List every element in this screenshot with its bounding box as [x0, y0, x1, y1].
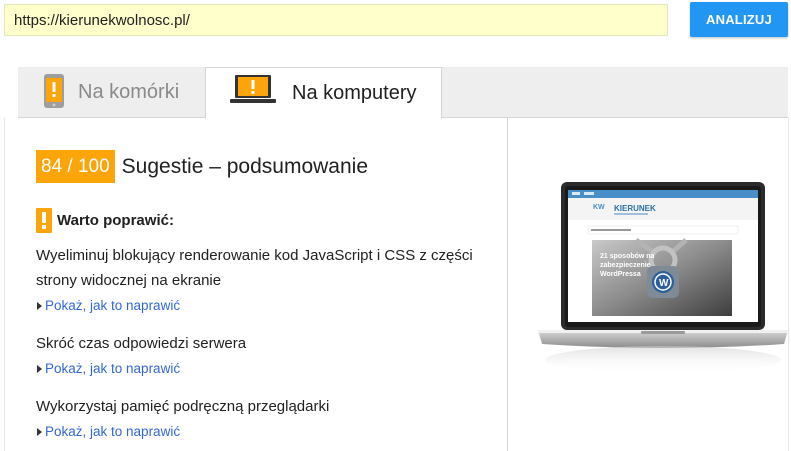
- rule-text: Wykorzystaj pamięć podręczną przeglądark…: [36, 398, 330, 415]
- device-tabs: Na komórki Na komputery: [18, 67, 788, 119]
- score-badge: 84 / 100: [36, 150, 115, 183]
- rule-item: Skróć czas odpowiedzi serwera Pokaż, jak…: [36, 331, 504, 376]
- expand-arrow-icon: [37, 364, 42, 373]
- show-fix-link-label: Pokaż, jak to naprawić: [45, 298, 181, 313]
- rule-text: Wyeliminuj blokujący renderowanie kod Ja…: [36, 247, 473, 289]
- summary-title: Sugestie – podsumowanie: [121, 154, 369, 178]
- preview-logo-text: KIERUNEK: [614, 204, 656, 213]
- tab-mobile[interactable]: Na komórki: [18, 67, 205, 118]
- rule-item: Wyeliminuj blokujący renderowanie kod Ja…: [36, 243, 504, 313]
- tab-desktop[interactable]: Na komputery: [205, 67, 442, 119]
- phone-warning-icon: [43, 73, 65, 115]
- preview-headline-1: 21 sposobów na: [600, 253, 655, 260]
- url-input[interactable]: [4, 4, 668, 36]
- rule-text: Skróć czas odpowiedzi serwera: [36, 335, 247, 352]
- show-fix-link-label: Pokaż, jak to naprawić: [45, 424, 181, 439]
- tab-desktop-label: Na komputery: [292, 81, 417, 104]
- content-divider: [507, 118, 508, 451]
- analyze-button[interactable]: ANALIZUJ: [690, 2, 788, 37]
- url-row: ANALIZUJ: [0, 0, 791, 50]
- laptop-warning-icon: [230, 74, 276, 110]
- warning-title: Warto poprawić:: [57, 212, 174, 229]
- summary-header: 84 / 100 Sugestie – podsumowanie: [36, 150, 368, 183]
- preview-headline-3: WordPressa: [600, 271, 641, 278]
- warning-heading: Warto poprawić:: [36, 208, 174, 233]
- tab-mobile-label: Na komórki: [78, 81, 180, 103]
- expand-arrow-icon: [37, 301, 42, 310]
- warning-icon: [36, 208, 52, 233]
- show-fix-link[interactable]: Pokaż, jak to naprawić: [36, 424, 504, 439]
- show-fix-link-label: Pokaż, jak to naprawić: [45, 361, 181, 376]
- show-fix-link[interactable]: Pokaż, jak to naprawić: [36, 361, 504, 376]
- content-border: [4, 118, 5, 451]
- expand-arrow-icon: [37, 427, 42, 436]
- desktop-preview: KW KIERUNEK W 21 sposobów na zabezpiecze…: [536, 182, 790, 392]
- rule-item: Wykorzystaj pamięć podręczną przeglądark…: [36, 394, 504, 439]
- svg-text:KW: KW: [593, 204, 605, 211]
- preview-headline-2: zabezpieczenie: [600, 262, 651, 269]
- svg-text:W: W: [659, 278, 669, 289]
- show-fix-link[interactable]: Pokaż, jak to naprawić: [36, 298, 504, 313]
